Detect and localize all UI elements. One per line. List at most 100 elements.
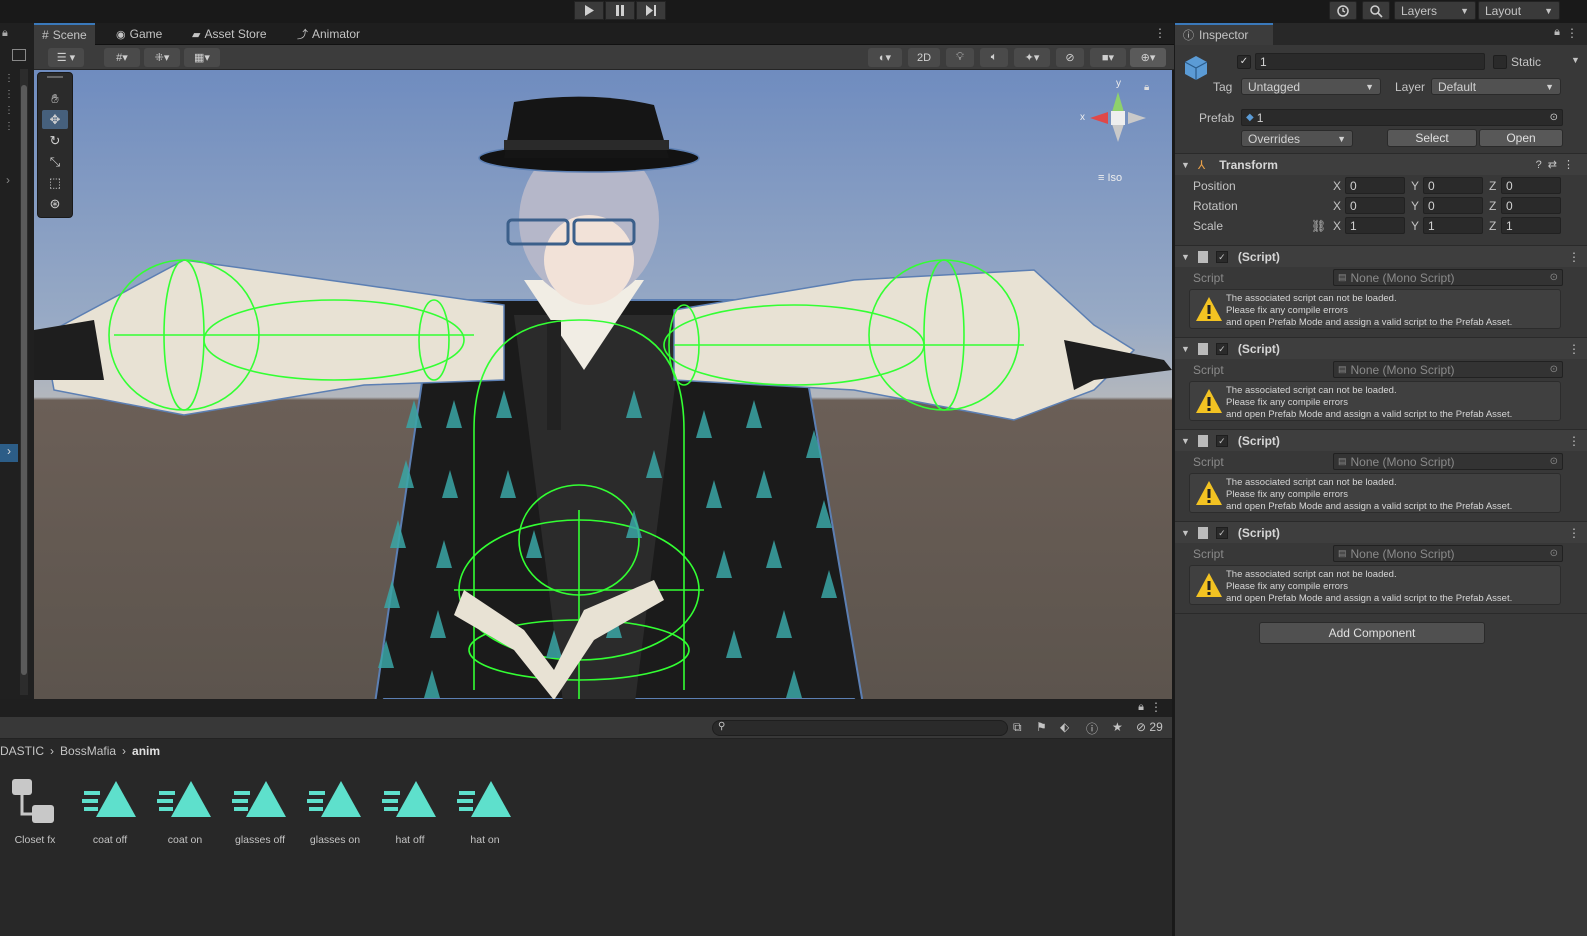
foldout-arrow-icon[interactable]: ▼ [1181, 528, 1190, 538]
open-button[interactable]: Open [1479, 129, 1563, 147]
script-object-field[interactable]: ▤ None (Mono Script) ⊙ [1333, 269, 1563, 286]
warning-filter-icon[interactable]: ⓘ [1086, 720, 1098, 737]
more-menu-icon[interactable]: ⋮ [1566, 26, 1578, 40]
rect-tool-button[interactable]: ⬚ [42, 173, 68, 192]
move-tool-button[interactable]: ✥ [42, 110, 68, 129]
enabled-checkbox[interactable]: ✓ [1215, 342, 1228, 355]
transform-scale-y-input[interactable]: 1 [1423, 217, 1483, 234]
transform-header[interactable]: ▼ ⅄ Transform ?⇄⋮ [1175, 153, 1587, 175]
tab-asset-store[interactable]: ▰ Asset Store [184, 23, 275, 45]
target-icon[interactable]: ⊙ [1550, 548, 1558, 559]
transform-position-x-input[interactable]: 0 [1345, 177, 1405, 194]
tab-game[interactable]: ◉ Game [108, 23, 170, 45]
active-checkbox[interactable]: ✓ [1237, 55, 1251, 69]
projection-toggle[interactable]: ≡ Iso [1098, 172, 1122, 184]
target-icon[interactable]: ⊙ [1550, 272, 1558, 283]
audio-toggle[interactable]: 🔈︎ [980, 48, 1008, 67]
scrollbar-thumb[interactable] [21, 85, 27, 675]
script-component-header[interactable]: ▼ ✓ (Script) ⋮ [1175, 337, 1587, 359]
script-object-field[interactable]: ▤ None (Mono Script) ⊙ [1333, 545, 1563, 562]
gizmos-dropdown[interactable]: ⊕▾ [1130, 48, 1166, 67]
prefab-field[interactable]: ◆ 1 ⊙ [1241, 109, 1563, 126]
hidden-packages-button[interactable]: ⊘ 29 [1136, 720, 1163, 734]
effects-dropdown[interactable]: ✦▾ [1014, 48, 1050, 67]
hand-tool-button[interactable]: ✋︎ [42, 89, 68, 108]
search-button[interactable] [1362, 1, 1390, 20]
target-icon[interactable]: ⊙ [1550, 112, 1558, 123]
target-icon[interactable]: ⊙ [1550, 364, 1558, 375]
object-name-input[interactable]: 1 [1255, 53, 1485, 70]
star-icon[interactable]: ★ [1112, 720, 1123, 734]
expand-arrow-icon[interactable]: › [6, 173, 10, 187]
draw-mode-dropdown[interactable]: ☰ ▾ [48, 48, 84, 67]
rotate-tool-button[interactable]: ↻ [42, 131, 68, 150]
shading-dropdown[interactable]: ◐▾ [868, 48, 902, 67]
target-icon[interactable]: ⊙ [1550, 456, 1558, 467]
transform-rotation-y-input[interactable]: 0 [1423, 197, 1483, 214]
foldout-arrow-icon[interactable]: ▼ [1181, 252, 1190, 262]
play-button[interactable] [574, 1, 604, 20]
grid-snap-dropdown[interactable]: #▾ [104, 48, 140, 67]
increment-snap-dropdown[interactable]: ⁜▾ [144, 48, 180, 67]
lock-icon[interactable]: 🔒︎ [1144, 82, 1149, 93]
select-button[interactable]: Select [1387, 129, 1477, 147]
foldout-arrow-icon[interactable]: ▼ [1181, 344, 1190, 354]
step-button[interactable] [636, 1, 666, 20]
grid-dropdown[interactable]: ▦▾ [184, 48, 220, 67]
drag-handle[interactable] [47, 76, 63, 78]
breadcrumb-item[interactable]: BossMafia [60, 744, 116, 758]
enabled-checkbox[interactable]: ✓ [1215, 250, 1228, 263]
search-input[interactable]: ⚲ [712, 720, 1008, 736]
more-menu-icon[interactable]: ⋮ [1568, 526, 1580, 540]
selected-marker[interactable]: › [0, 444, 18, 462]
script-object-field[interactable]: ▤ None (Mono Script) ⊙ [1333, 361, 1563, 378]
help-icon[interactable]: ?⇄⋮ [1536, 158, 1580, 171]
scrollbar[interactable] [20, 69, 28, 695]
tab-animator[interactable]: ⤴ Animator [289, 23, 368, 45]
script-component-header[interactable]: ▼ ✓ (Script) ⋮ [1175, 429, 1587, 451]
tag-icon[interactable]: ⬖ [1060, 720, 1069, 734]
link-icon[interactable]: ⛓ [1311, 219, 1326, 233]
static-checkbox[interactable] [1493, 55, 1507, 69]
search-by-type-icon[interactable]: ⧉ [1013, 720, 1022, 735]
toggle-2d-button[interactable]: 2D [908, 48, 940, 67]
more-menu-icon[interactable]: ⋮ [1568, 250, 1580, 264]
chevron-down-icon[interactable]: ▼ [1571, 55, 1580, 65]
script-component-header[interactable]: ▼ ✓ (Script) ⋮ [1175, 245, 1587, 267]
enabled-checkbox[interactable]: ✓ [1215, 526, 1228, 539]
tag-dropdown[interactable]: Untagged ▼ [1241, 78, 1381, 95]
orientation-gizmo[interactable]: y x 🔒︎ ≡ Iso [1078, 78, 1158, 188]
camera-dropdown[interactable]: ■▾ [1090, 48, 1126, 67]
tab-inspector[interactable]: ⓘ Inspector [1175, 23, 1273, 45]
lock-icon[interactable]: 🔒︎ [1554, 26, 1560, 39]
add-component-button[interactable]: Add Component [1259, 622, 1485, 644]
transform-scale-z-input[interactable]: 1 [1501, 217, 1561, 234]
more-menu-icon[interactable]: ⋮ [1154, 26, 1166, 40]
foldout-arrow-icon[interactable]: ▼ [1181, 436, 1190, 446]
scene-viewport[interactable]: ✋︎ ✥ ↻ ⤡ ⬚ ⊛ y x 🔒︎ ≡ Iso [34, 70, 1172, 699]
layer-dropdown[interactable]: Default ▼ [1431, 78, 1561, 95]
layout-dropdown[interactable]: Layout ▼ [1478, 1, 1560, 20]
transform-position-y-input[interactable]: 0 [1423, 177, 1483, 194]
more-menu-icon[interactable]: ⋮ [1150, 700, 1162, 714]
overrides-dropdown[interactable]: Overrides ▼ [1241, 130, 1353, 147]
lock-icon[interactable]: 🔒︎ [1138, 701, 1144, 714]
more-menu-icon[interactable]: ⋮ [1568, 342, 1580, 356]
history-button[interactable] [1329, 1, 1357, 20]
script-component-header[interactable]: ▼ ✓ (Script) ⋮ [1175, 521, 1587, 543]
breadcrumb-item[interactable]: anim [132, 744, 160, 758]
enabled-checkbox[interactable]: ✓ [1215, 434, 1228, 447]
breadcrumb-item[interactable]: DASTIC [0, 744, 44, 758]
tab-scene[interactable]: # Scene [34, 23, 95, 45]
transform-position-z-input[interactable]: 0 [1501, 177, 1561, 194]
pause-button[interactable] [605, 1, 635, 20]
lighting-toggle[interactable]: 💡︎ [946, 48, 974, 67]
transform-scale-x-input[interactable]: 1 [1345, 217, 1405, 234]
more-menu-icon[interactable]: ⋮ [1568, 434, 1580, 448]
layers-dropdown[interactable]: Layers ▼ [1394, 1, 1476, 20]
transform-tool-button[interactable]: ⊛ [42, 194, 68, 213]
transform-rotation-z-input[interactable]: 0 [1501, 197, 1561, 214]
scale-tool-button[interactable]: ⤡ [42, 152, 68, 171]
foldout-arrow-icon[interactable]: ▼ [1181, 160, 1190, 170]
script-object-field[interactable]: ▤ None (Mono Script) ⊙ [1333, 453, 1563, 470]
